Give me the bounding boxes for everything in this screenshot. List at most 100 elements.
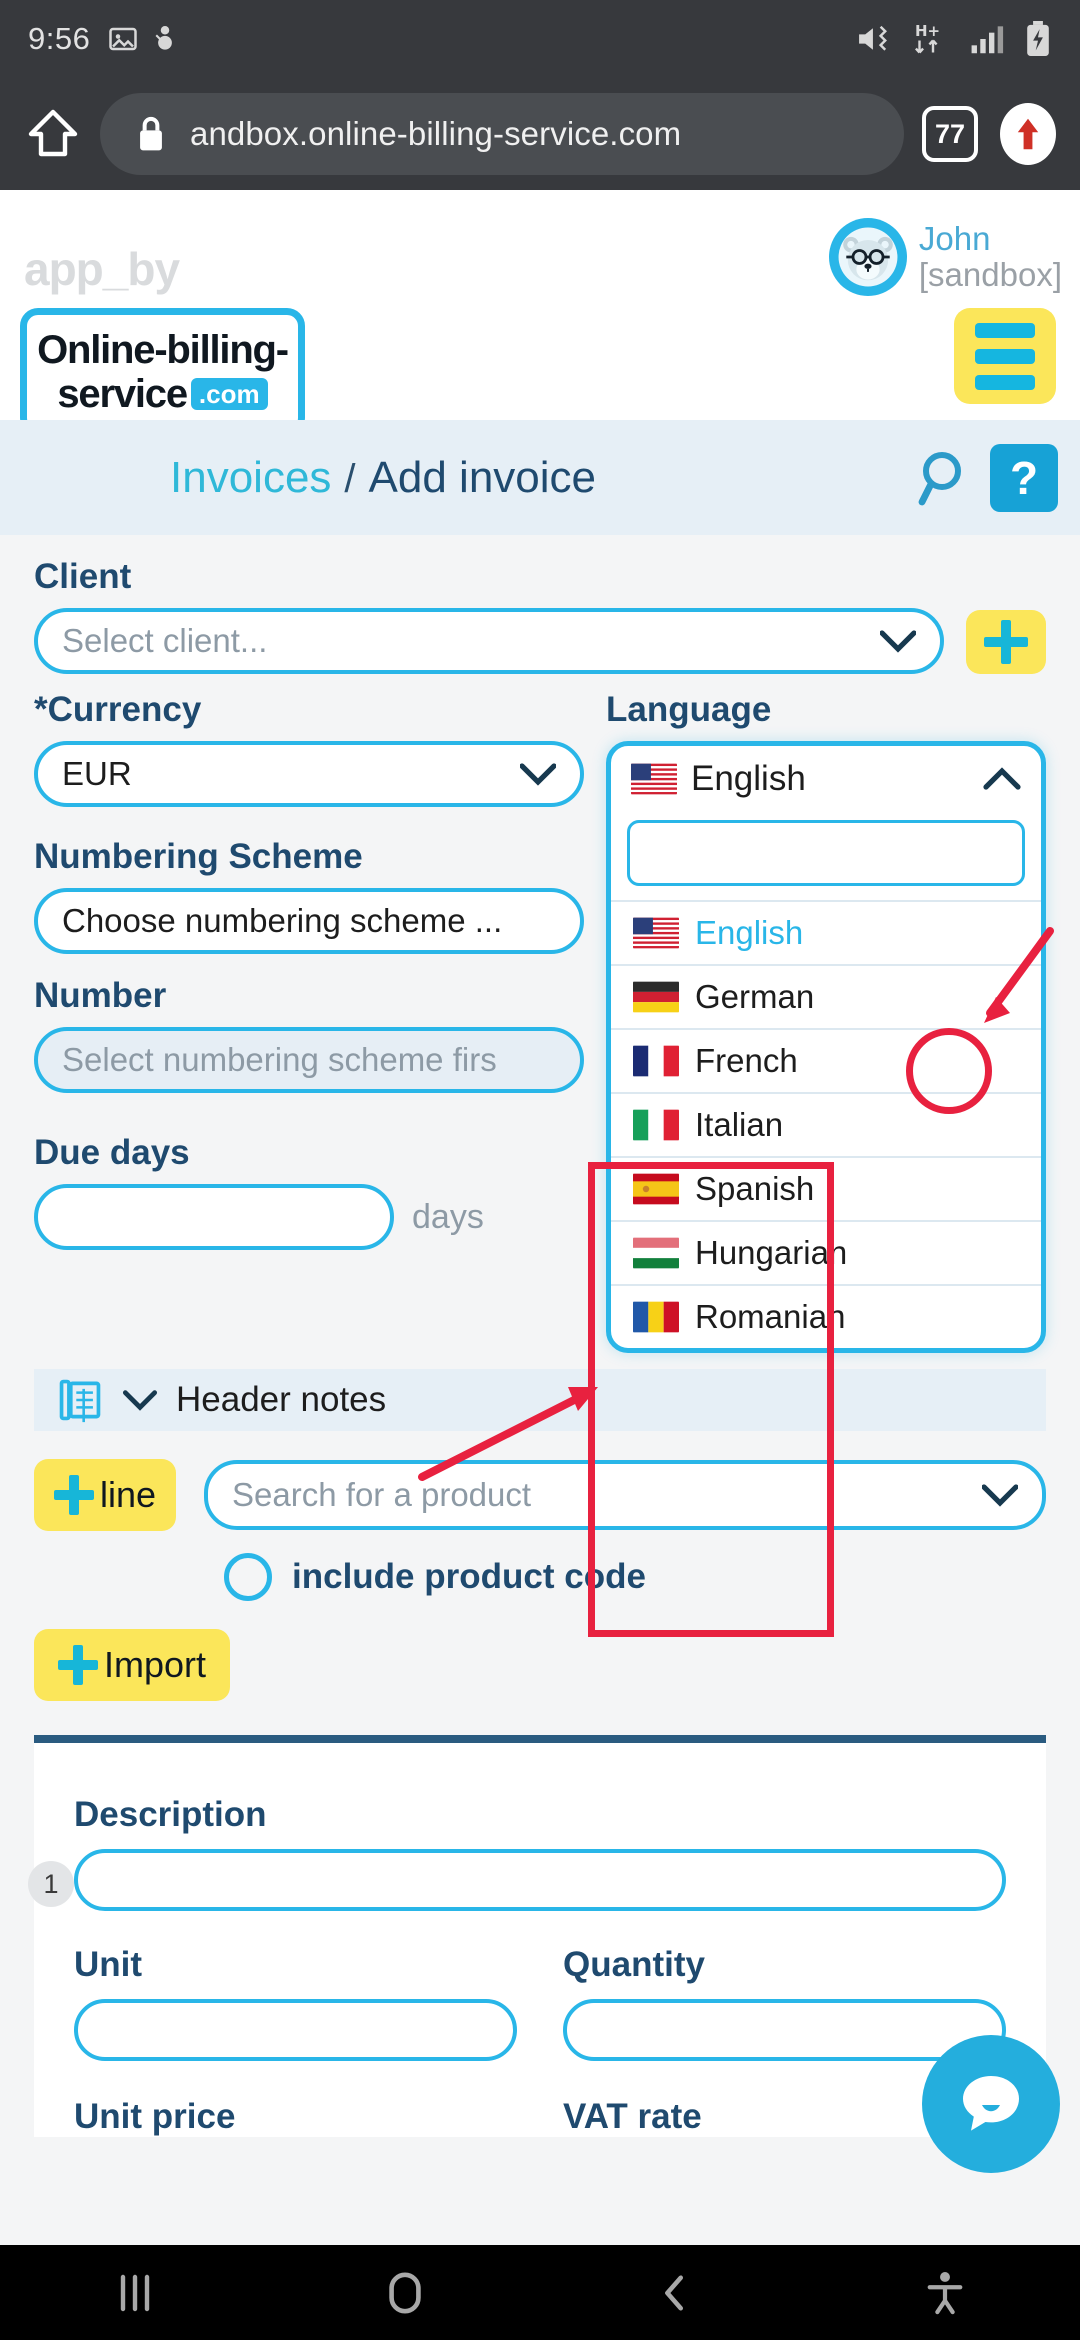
url-input[interactable]: andbox.online-billing-service.com: [100, 93, 904, 175]
language-option-german[interactable]: German: [611, 964, 1041, 1028]
help-label: ?: [1009, 451, 1039, 504]
hamburger-bar: [975, 374, 1035, 390]
breadcrumb-parent-link[interactable]: Invoices: [170, 453, 331, 503]
currency-select[interactable]: EUR: [34, 741, 584, 807]
hplus-data-icon: H+: [915, 22, 940, 54]
home-button[interactable]: [270, 2270, 540, 2316]
product-search-select[interactable]: Search for a product: [204, 1460, 1046, 1530]
tab-count-label: 77: [934, 118, 966, 149]
line-row-number: 1: [28, 1861, 74, 1907]
language-option-french[interactable]: French: [611, 1028, 1041, 1092]
language-option-hungarian[interactable]: Hungarian: [611, 1220, 1041, 1284]
chevron-down-icon: [880, 630, 916, 653]
breadcrumb-actions: ?: [912, 443, 1058, 512]
language-dropdown-toggle[interactable]: English: [611, 746, 1041, 812]
mute-vibrate-icon: [859, 25, 887, 51]
numbering-scheme-select[interactable]: Choose numbering scheme ...: [34, 888, 584, 954]
language-option-english[interactable]: English: [611, 900, 1041, 964]
language-selected-value: English: [691, 759, 806, 798]
unit-input[interactable]: [74, 1999, 517, 2061]
hamburger-bar: [975, 348, 1035, 364]
hamburger-menu-icon[interactable]: [954, 308, 1056, 404]
downloads-indicator[interactable]: [1000, 103, 1056, 165]
header-notes-section[interactable]: Header notes: [34, 1369, 1046, 1431]
language-option-spanish[interactable]: Spanish: [611, 1156, 1041, 1220]
number-input[interactable]: Select numbering scheme firs: [34, 1027, 584, 1093]
battery-charging-icon: [1027, 21, 1049, 57]
language-option-label: Spanish: [695, 1170, 815, 1207]
currency-language-row: EUR Numbering Scheme Choose numbering sc…: [34, 741, 1046, 1353]
home-button[interactable]: [24, 105, 82, 163]
include-product-code-radio[interactable]: [224, 1553, 272, 1601]
home-circle-icon: [389, 2271, 421, 2314]
user-name: John: [918, 220, 991, 258]
client-label: Client: [34, 557, 132, 596]
accessibility-button[interactable]: [810, 2270, 1080, 2316]
status-bar-notification-icons: [108, 24, 178, 54]
language-search-input[interactable]: [627, 820, 1025, 886]
user-account-block[interactable]: John [sandbox]: [828, 218, 1062, 296]
bear-avatar-icon: [838, 227, 898, 287]
language-dropdown-panel: English English German French Italian Sp…: [606, 741, 1046, 1353]
import-button[interactable]: Import: [34, 1629, 230, 1701]
upload-arrow-icon: [1017, 118, 1039, 150]
user-name-block: John [sandbox]: [919, 221, 1062, 292]
recents-button[interactable]: [0, 2271, 270, 2315]
flag-fr-icon: [633, 1045, 679, 1077]
unit-price-label: Unit price: [74, 2097, 236, 2136]
back-button[interactable]: [540, 2272, 810, 2314]
add-line-button[interactable]: line: [34, 1459, 177, 1531]
search-icon[interactable]: [912, 446, 976, 510]
add-client-button[interactable]: [966, 610, 1046, 674]
flag-us-icon: [631, 763, 677, 795]
url-text: andbox.online-billing-service.com: [190, 115, 682, 152]
price-vat-row: Unit price VAT rate: [74, 2061, 1006, 2137]
logo-tld: .com: [190, 378, 268, 410]
hamburger-bar: [975, 322, 1035, 338]
breadcrumb-bar: Invoices / Add invoice ?: [0, 420, 1080, 535]
help-button[interactable]: ?: [990, 443, 1058, 512]
tab-counter-button[interactable]: 77: [922, 106, 978, 162]
chevron-down-icon: [520, 763, 556, 786]
language-option-label: French: [695, 1042, 798, 1079]
include-product-code-label: include product code: [292, 1557, 646, 1596]
due-days-input[interactable]: [34, 1184, 394, 1250]
accessibility-icon: [927, 2271, 963, 2314]
currency-label: Currency: [34, 690, 584, 730]
logo-line-1: Online-billing-: [37, 328, 289, 372]
notebook-icon: [59, 1379, 101, 1423]
currency-language-labels: Currency Language: [34, 690, 1046, 741]
language-option-romanian[interactable]: Romanian: [611, 1284, 1041, 1348]
unit-quantity-row: Unit Quantity: [74, 1945, 1006, 2061]
quantity-input[interactable]: [563, 1999, 1006, 2061]
chevron-down-icon: [982, 1484, 1018, 1507]
numbering-scheme-label: Numbering Scheme: [34, 837, 363, 876]
breadcrumb-separator: /: [344, 456, 356, 501]
plus-icon: [54, 1475, 94, 1515]
recents-icon: [120, 2274, 150, 2311]
status-bar-system-icons: H+: [856, 20, 1052, 58]
android-status-bar: 9:56 H+: [0, 0, 1080, 78]
unit-label: Unit: [74, 1945, 143, 1984]
image-icon: [109, 27, 138, 51]
web-page-viewport: app_by Online-billing- service .com John…: [0, 190, 1080, 2245]
include-product-code-row[interactable]: include product code: [224, 1553, 1046, 1601]
header-notes-label: Header notes: [176, 1380, 387, 1419]
description-label: Description: [74, 1795, 267, 1834]
chat-support-button[interactable]: [922, 2035, 1060, 2173]
signal-bars-icon: [971, 26, 1004, 54]
flag-es-icon: [633, 1173, 679, 1205]
chat-bubble-icon: [963, 2076, 1019, 2131]
client-select[interactable]: Select client...: [34, 608, 944, 674]
chevron-down-icon[interactable]: [122, 1389, 158, 1411]
flag-us-icon: [633, 917, 679, 949]
site-logo[interactable]: Online-billing- service .com: [20, 308, 305, 436]
description-input[interactable]: [74, 1849, 1006, 1911]
chevron-up-icon[interactable]: [983, 767, 1021, 791]
language-option-label: English: [695, 914, 804, 951]
flag-de-icon: [633, 981, 679, 1013]
page-title: Add invoice: [368, 452, 597, 502]
language-option-italian[interactable]: Italian: [611, 1092, 1041, 1156]
client-placeholder: Select client...: [62, 622, 268, 659]
avatar[interactable]: [828, 218, 907, 296]
